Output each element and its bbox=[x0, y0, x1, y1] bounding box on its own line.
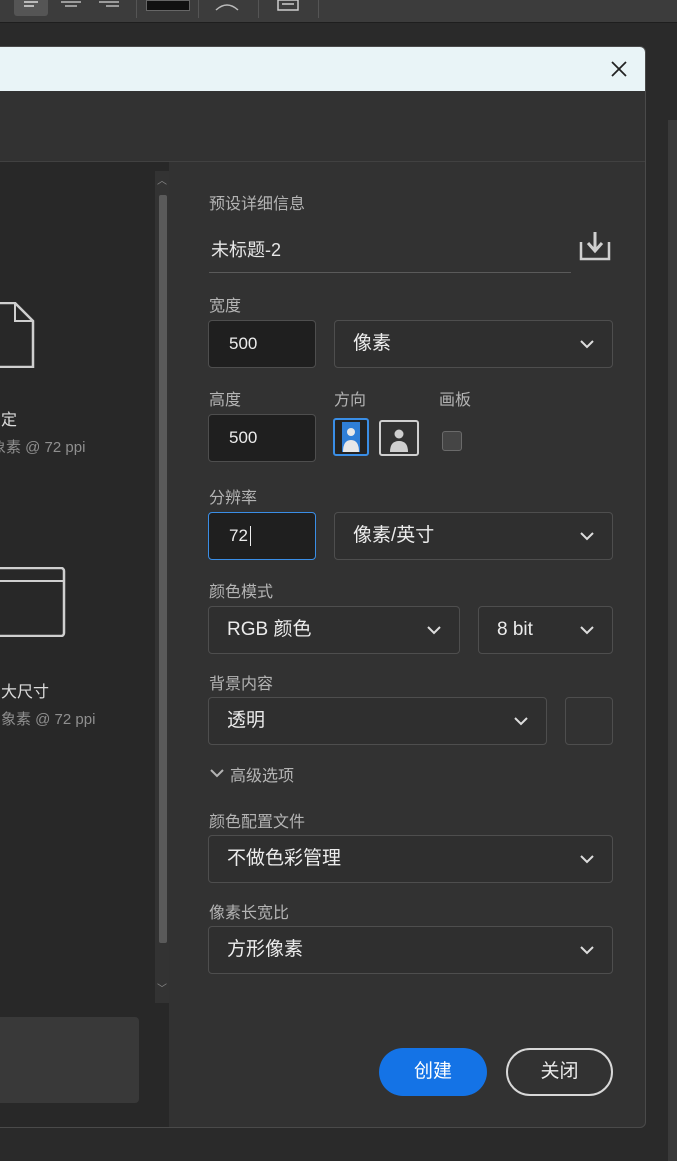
chevron-down-icon bbox=[580, 340, 594, 349]
artboard-checkbox[interactable] bbox=[442, 431, 462, 451]
artboard-label: 画板 bbox=[439, 392, 472, 409]
preset-name: 定 bbox=[1, 412, 18, 429]
align-center-icon bbox=[61, 1, 81, 7]
background-color-swatch[interactable] bbox=[565, 697, 613, 745]
orientation-label: 方向 bbox=[334, 392, 367, 409]
background-panel-edge bbox=[668, 120, 677, 1161]
resolution-value: 72 bbox=[229, 526, 248, 545]
pixel-aspect-select[interactable]: 方形像素 bbox=[208, 926, 613, 974]
color-profile-label: 颜色配置文件 bbox=[209, 814, 306, 831]
color-mode-select[interactable]: RGB 颜色 bbox=[208, 606, 460, 654]
warp-text-button[interactable] bbox=[212, 0, 242, 16]
chevron-down-icon bbox=[580, 626, 594, 635]
pixel-aspect-label: 像素长宽比 bbox=[209, 905, 290, 922]
preset-item-large[interactable] bbox=[0, 566, 67, 638]
bit-depth-value: 8 bit bbox=[497, 619, 533, 640]
close-dialog-button[interactable] bbox=[607, 57, 631, 81]
color-profile-select[interactable]: 不做色彩管理 bbox=[208, 835, 613, 883]
chevron-down-icon bbox=[580, 532, 594, 541]
save-preset-icon bbox=[579, 232, 611, 261]
preset-size: 象素 @ 72 ppi bbox=[1, 711, 96, 728]
align-right-icon bbox=[99, 1, 119, 7]
preset-list: 定 象素 @ 72 ppi 大尺寸 象素 @ 72 ppi bbox=[0, 162, 169, 1127]
preset-footer-panel bbox=[0, 1017, 139, 1103]
width-unit-select[interactable]: 像素 bbox=[334, 320, 613, 368]
resolution-label: 分辨率 bbox=[209, 490, 258, 507]
app-toolbar bbox=[0, 0, 677, 23]
text-color-swatch[interactable] bbox=[146, 0, 190, 11]
width-value: 500 bbox=[229, 334, 258, 353]
panel-icon bbox=[277, 0, 299, 11]
document-icon bbox=[0, 301, 35, 369]
text-cursor bbox=[250, 526, 251, 546]
width-unit-value: 像素 bbox=[353, 333, 392, 354]
background-value: 透明 bbox=[227, 710, 266, 731]
dialog-titlebar bbox=[0, 47, 645, 91]
width-input[interactable]: 500 bbox=[208, 320, 316, 368]
chevron-down-icon bbox=[427, 626, 441, 635]
align-right-button[interactable] bbox=[94, 0, 124, 16]
character-panel-button[interactable] bbox=[272, 0, 304, 16]
advanced-options-label: 高级选项 bbox=[230, 768, 295, 785]
resolution-unit-select[interactable]: 像素/英寸 bbox=[334, 512, 613, 560]
preset-details-label: 预设详细信息 bbox=[209, 196, 306, 213]
resolution-input[interactable]: 72 bbox=[208, 512, 316, 560]
landscape-orientation-button[interactable] bbox=[379, 420, 419, 456]
chevron-down-icon bbox=[580, 855, 594, 864]
scroll-thumb[interactable] bbox=[159, 195, 167, 943]
document-name-input[interactable]: 未标题-2 bbox=[211, 236, 281, 262]
scroll-up-icon[interactable]: ︿ bbox=[155, 175, 169, 189]
preset-item-default[interactable] bbox=[0, 301, 35, 369]
chevron-down-icon bbox=[514, 717, 528, 726]
portrait-orientation-button[interactable] bbox=[333, 418, 369, 456]
height-input[interactable]: 500 bbox=[208, 414, 316, 462]
monitor-icon bbox=[0, 566, 66, 638]
close-icon bbox=[611, 61, 627, 77]
scroll-down-icon[interactable]: ﹀ bbox=[155, 983, 169, 997]
width-label: 宽度 bbox=[209, 298, 242, 315]
height-value: 500 bbox=[229, 428, 258, 447]
height-label: 高度 bbox=[209, 392, 242, 409]
save-preset-button[interactable] bbox=[578, 230, 612, 262]
color-profile-value: 不做色彩管理 bbox=[227, 848, 342, 869]
warp-text-icon bbox=[215, 4, 239, 11]
resolution-unit-value: 像素/英寸 bbox=[353, 525, 435, 546]
pixel-aspect-value: 方形像素 bbox=[227, 939, 304, 960]
color-mode-label: 颜色模式 bbox=[209, 584, 274, 601]
background-label: 背景内容 bbox=[209, 676, 274, 693]
chevron-down-icon bbox=[580, 946, 594, 955]
align-center-button[interactable] bbox=[56, 0, 86, 16]
preset-name: 大尺寸 bbox=[1, 684, 50, 701]
chevron-down-icon bbox=[210, 769, 224, 778]
create-button[interactable]: 创建 bbox=[379, 1048, 487, 1096]
background-select[interactable]: 透明 bbox=[208, 697, 547, 745]
close-button[interactable]: 关闭 bbox=[506, 1048, 613, 1096]
bit-depth-select[interactable]: 8 bit bbox=[478, 606, 613, 654]
color-mode-value: RGB 颜色 bbox=[227, 619, 312, 640]
portrait-icon bbox=[342, 422, 360, 452]
name-underline bbox=[209, 272, 571, 273]
align-left-button[interactable] bbox=[14, 0, 48, 16]
landscape-icon bbox=[390, 429, 408, 452]
preset-size: 象素 @ 72 ppi bbox=[0, 439, 86, 456]
dialog-header bbox=[0, 91, 645, 162]
align-left-icon bbox=[24, 1, 38, 7]
